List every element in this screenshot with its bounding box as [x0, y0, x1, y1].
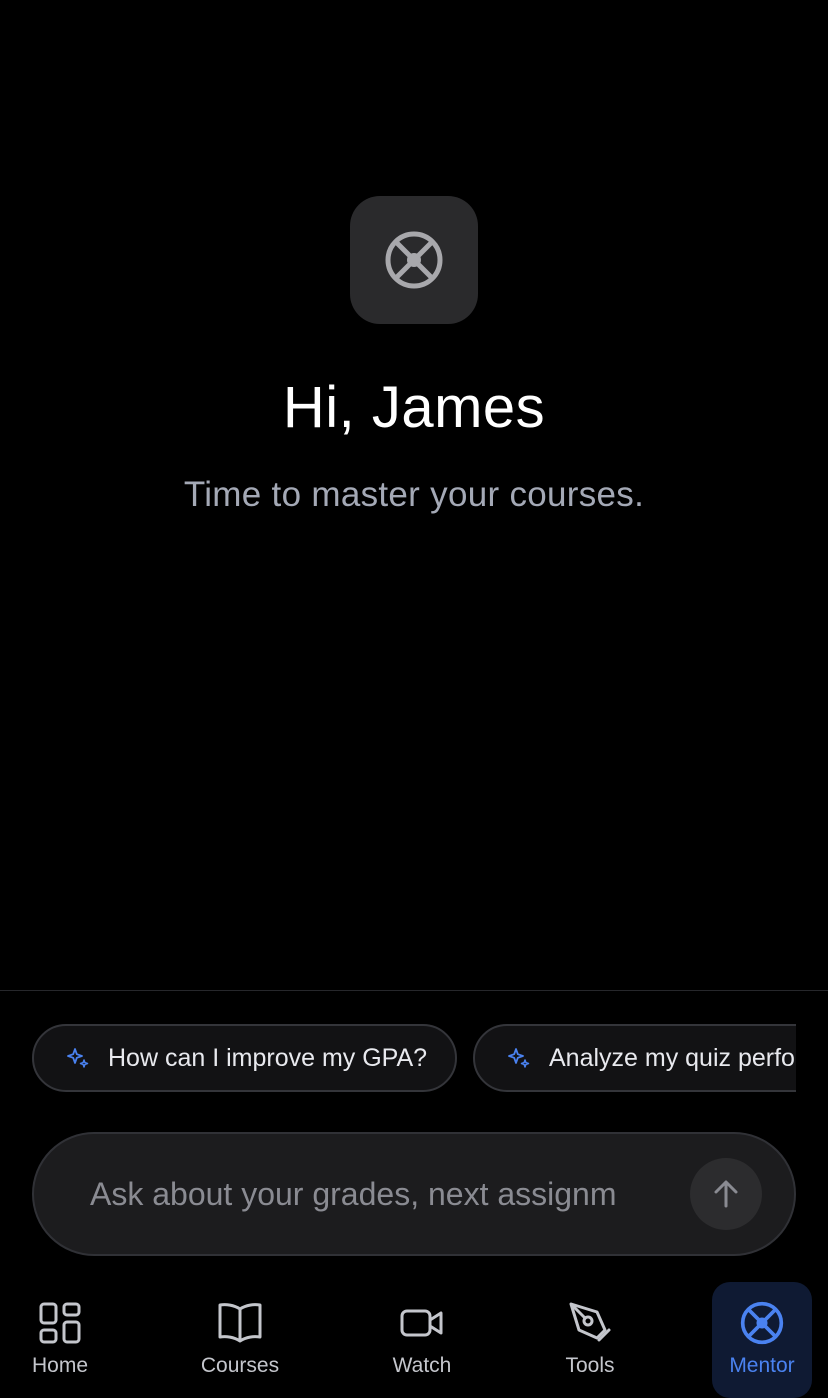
arrow-up-icon: [714, 1180, 738, 1208]
suggestion-chip[interactable]: How can I improve my GPA?: [32, 1024, 457, 1092]
nav-label: Tools: [565, 1354, 615, 1377]
nav-label: Courses: [200, 1354, 280, 1377]
divider: [0, 990, 828, 991]
suggestion-chips: How can I improve my GPA? Analyze my qui…: [32, 1024, 796, 1092]
book-icon: [218, 1303, 262, 1343]
suggestion-label: How can I improve my GPA?: [108, 1043, 428, 1072]
suggestion-label: Analyze my quiz perfo: [549, 1043, 795, 1072]
nav-item-mentor[interactable]: Mentor: [712, 1282, 812, 1398]
sparkles-icon: [508, 1048, 530, 1068]
greeting-title: Hi, James: [282, 375, 546, 440]
pen-tool-icon: [569, 1302, 611, 1342]
nav-label: Watch: [392, 1354, 452, 1377]
steering-wheel-icon: [385, 231, 443, 289]
send-button[interactable]: [690, 1158, 762, 1230]
chat-input[interactable]: [90, 1164, 682, 1224]
sparkles-icon: [67, 1048, 89, 1068]
mentor-logo: [350, 196, 478, 324]
suggestion-chip[interactable]: Analyze my quiz perfo: [473, 1024, 796, 1092]
chat-composer: [32, 1132, 796, 1256]
nav-label: Mentor: [729, 1354, 795, 1377]
bottom-nav: Home Courses Watch Tools Mentor: [0, 1282, 828, 1398]
grid-icon: [39, 1302, 81, 1344]
steering-wheel-icon: [740, 1301, 784, 1345]
nav-item-courses[interactable]: Courses: [180, 1282, 300, 1398]
nav-item-tools[interactable]: Tools: [540, 1282, 640, 1398]
nav-item-watch[interactable]: Watch: [372, 1282, 472, 1398]
video-icon: [400, 1309, 443, 1337]
nav-item-home[interactable]: Home: [10, 1282, 110, 1398]
greeting-subtitle: Time to master your courses.: [183, 475, 645, 514]
nav-label: Home: [31, 1354, 89, 1377]
mentor-screen: Hi, James Time to master your courses. H…: [0, 0, 828, 1398]
